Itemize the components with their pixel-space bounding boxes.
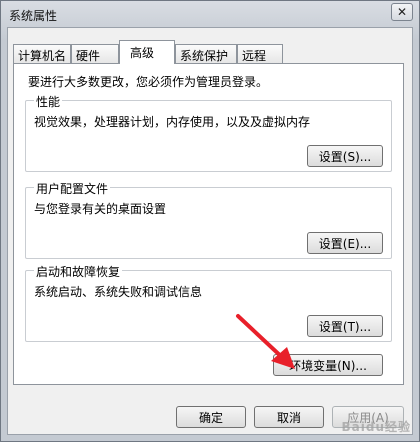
tab-advanced[interactable]: 高级 — [119, 40, 175, 64]
user-profiles-group: 用户配置文件 与您登录有关的桌面设置 设置(E)... — [25, 180, 392, 259]
cancel-button[interactable]: 取消 — [254, 406, 324, 428]
startup-recovery-title: 启动和故障恢复 — [34, 263, 123, 280]
tab-system-protection[interactable]: 系统保护 — [175, 44, 237, 63]
close-button[interactable]: ✕ — [391, 3, 413, 21]
startup-recovery-settings-button[interactable]: 设置(T)... — [307, 315, 383, 337]
watermark-logo: Baidu经验 — [341, 420, 411, 434]
performance-description: 视觉效果，处理器计划，内存使用，以及及虚拟内存 — [34, 115, 311, 129]
ok-button[interactable]: 确定 — [176, 406, 246, 428]
performance-settings-button[interactable]: 设置(S)... — [307, 145, 383, 167]
performance-group: 性能 视觉效果，处理器计划，内存使用，以及及虚拟内存 设置(S)... — [25, 93, 392, 172]
tab-hardware[interactable]: 硬件 — [71, 44, 119, 63]
startup-recovery-description: 系统启动、系统失败和调试信息 — [34, 285, 203, 299]
tab-computer-name[interactable]: 计算机名 — [13, 44, 71, 63]
tab-remote[interactable]: 远程 — [237, 44, 283, 63]
admin-notice: 要进行大多数更改，您必须作为管理员登录。 — [28, 75, 269, 89]
user-profiles-title: 用户配置文件 — [34, 180, 111, 197]
window-title: 系统属性 — [9, 9, 58, 23]
advanced-tab-panel: 要进行大多数更改，您必须作为管理员登录。 性能 视觉效果，处理器计划，内存使用，… — [13, 63, 404, 385]
system-properties-window: 系统属性 ✕ 计算机名 硬件 高级 系统保护 远程 要进行大多数更改，您必须作为… — [0, 0, 420, 442]
dialog-client-area: 计算机名 硬件 高级 系统保护 远程 要进行大多数更改，您必须作为管理员登录。 … — [7, 27, 413, 435]
annotation-arrow-icon — [236, 314, 295, 369]
title-bar[interactable]: 系统属性 ✕ — [1, 1, 419, 27]
user-profiles-settings-button[interactable]: 设置(E)... — [307, 232, 383, 254]
user-profiles-description: 与您登录有关的桌面设置 — [34, 202, 167, 216]
close-icon: ✕ — [396, 5, 408, 19]
performance-title: 性能 — [34, 93, 63, 110]
startup-recovery-group: 启动和故障恢复 系统启动、系统失败和调试信息 设置(T)... — [25, 263, 392, 342]
